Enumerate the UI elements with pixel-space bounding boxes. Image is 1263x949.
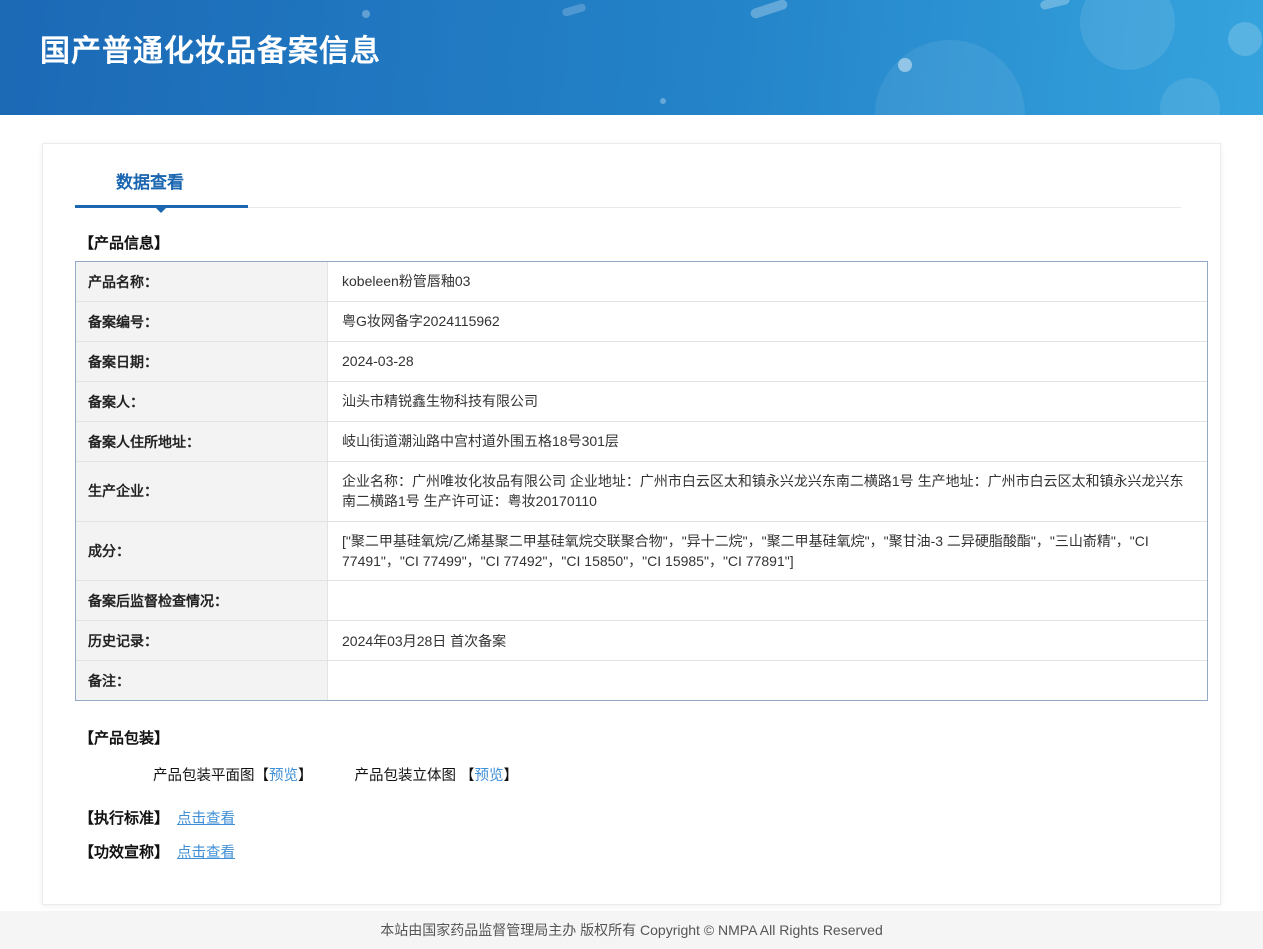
row-value: 企业名称：广州唯妆化妆品有限公司 企业地址：广州市白云区太和镇永兴龙兴东南二横路… — [342, 473, 1184, 510]
row-value: 2024年03月28日 首次备案 — [342, 632, 507, 649]
table-row: 备注： — [76, 661, 1207, 701]
row-label: 备案后监督检查情况： — [76, 581, 328, 621]
section-title-standard: 【执行标准】 — [79, 810, 170, 828]
efficacy-line: 【功效宣称】 点击查看 — [79, 841, 1220, 862]
packaging-preview-line: 产品包装平面图【预览】 产品包装立体图 【预览】 — [153, 764, 1220, 785]
section-title-packaging: 【产品包装】 — [79, 730, 170, 748]
table-row: 成分： ["聚二甲基硅氧烷/乙烯基聚二甲基硅氧烷交联聚合物"，"异十二烷"，"聚… — [76, 521, 1207, 582]
table-row: 备案人住所地址： 岐山街道潮汕路中宫村道外围五格18号301层 — [76, 422, 1207, 462]
tab-data-view[interactable]: 数据查看 — [116, 168, 184, 207]
row-value: kobeleen粉管唇釉03 — [342, 273, 471, 290]
page-footer: 本站由国家药品监督管理局主办 版权所有 Copyright © NMPA All… — [0, 911, 1263, 949]
decorative-circle — [875, 40, 1025, 115]
bracket: 】 — [503, 768, 519, 785]
tab-caret-icon — [156, 208, 166, 213]
row-value: 粤G妆网备字2024115962 — [342, 313, 500, 330]
table-row: 生产企业： 企业名称：广州唯妆化妆品有限公司 企业地址：广州市白云区太和镇永兴龙… — [76, 462, 1207, 522]
table-row: 产品名称： kobeleen粉管唇釉03 — [76, 262, 1207, 302]
row-label: 备案编号： — [76, 302, 328, 341]
row-label: 备案人： — [76, 382, 328, 421]
row-label: 备案日期： — [76, 342, 328, 381]
decorative-dot — [362, 10, 370, 18]
footer-text: 本站由国家药品监督管理局主办 版权所有 Copyright © NMPA All… — [380, 922, 883, 939]
tab-divider — [75, 205, 1181, 213]
row-value: ["聚二甲基硅氧烷/乙烯基聚二甲基硅氧烷交联聚合物"，"异十二烷"，"聚二甲基硅… — [342, 532, 1149, 569]
decorative-circle — [1080, 0, 1175, 70]
preview-link-flat[interactable]: 预览 — [269, 768, 298, 784]
row-label: 备案人住所地址： — [76, 422, 328, 461]
section-title-efficacy: 【功效宣称】 — [79, 844, 170, 862]
decorative-pill — [561, 2, 587, 18]
row-label: 备注： — [76, 661, 328, 701]
decorative-dot — [660, 98, 666, 104]
table-row: 历史记录： 2024年03月28日 首次备案 — [76, 621, 1207, 662]
row-label: 生产企业： — [76, 462, 328, 521]
row-label: 成分： — [76, 521, 328, 581]
packaging-flat-label: 产品包装平面图 — [153, 768, 255, 785]
decorative-circle — [1228, 22, 1262, 56]
table-row: 备案后监督检查情况： — [76, 581, 1207, 622]
decorative-pill — [749, 0, 789, 20]
view-efficacy-link[interactable]: 点击查看 — [177, 845, 235, 861]
decorative-circle — [1160, 78, 1220, 115]
page-title: 国产普通化妆品备案信息 — [40, 35, 381, 68]
table-row: 备案人： 汕头市精锐鑫生物科技有限公司 — [76, 382, 1207, 422]
decorative-circle — [898, 58, 912, 72]
view-standard-link[interactable]: 点击查看 — [177, 811, 235, 827]
section-title-product-info: 【产品信息】 — [79, 235, 170, 252]
row-value — [328, 661, 1207, 700]
table-row: 备案编号： 粤G妆网备字2024115962 — [76, 302, 1207, 342]
table-row: 备案日期： 2024-03-28 — [76, 342, 1207, 382]
bracket: 】 — [298, 768, 313, 785]
row-value: 2024-03-28 — [342, 353, 414, 370]
tab-bar: 数据查看 — [43, 144, 1220, 213]
row-label: 产品名称： — [76, 262, 328, 301]
bracket: 【 — [254, 768, 270, 785]
preview-link-stereo[interactable]: 预览 — [475, 768, 504, 784]
row-label: 历史记录： — [76, 621, 328, 661]
standard-line: 【执行标准】 点击查看 — [79, 807, 1220, 828]
row-value: 岐山街道潮汕路中宫村道外围五格18号301层 — [342, 433, 619, 450]
packaging-stereo-label: 产品包装立体图 — [354, 768, 457, 785]
page-header: 国产普通化妆品备案信息 — [0, 0, 1263, 115]
row-value: 汕头市精锐鑫生物科技有限公司 — [342, 393, 538, 410]
decorative-pill — [1039, 0, 1071, 11]
bracket: 【 — [460, 768, 475, 785]
row-value — [328, 581, 1207, 620]
content-card: 数据查看 【产品信息】 产品名称： kobeleen粉管唇釉03 备案编号： 粤… — [42, 143, 1221, 906]
product-info-table: 产品名称： kobeleen粉管唇釉03 备案编号： 粤G妆网备字2024115… — [75, 261, 1208, 702]
